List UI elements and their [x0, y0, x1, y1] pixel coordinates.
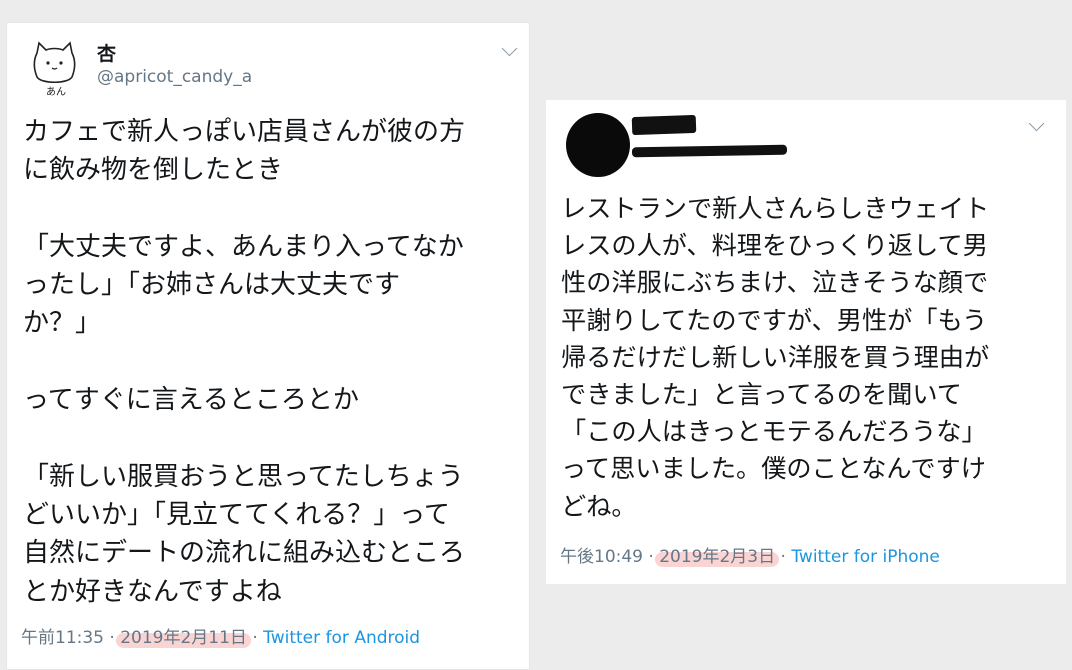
- display-name[interactable]: 杏: [97, 39, 116, 66]
- redacted-avatar-icon[interactable]: [566, 113, 630, 177]
- tweet-metadata: 午前11:35 · 2019年2月11日 · Twitter for Andro…: [21, 623, 420, 648]
- chevron-down-icon[interactable]: [501, 40, 518, 57]
- tweet-time[interactable]: 午前11:35: [21, 628, 104, 648]
- meta-separator: ·: [109, 628, 115, 648]
- tweet-card-right: レストランで新人さんらしきウェイト レスの人が、料理をひっくり返して男 性の洋服…: [546, 100, 1066, 584]
- tweet-date[interactable]: 2019年2月11日: [120, 628, 247, 648]
- tweet-time[interactable]: 午後10:49: [560, 547, 643, 567]
- redacted-display-name: [631, 114, 697, 136]
- cat-avatar-icon[interactable]: あん: [27, 37, 83, 98]
- tweet-metadata: 午後10:49 · 2019年2月3日 · Twitter for iPhone: [560, 542, 940, 567]
- tweet-card-left: あん 杏 @apricot_candy_a カフェで新人っぽい店員さんが彼の方 …: [6, 22, 530, 670]
- meta-separator: ·: [780, 547, 786, 567]
- tweet-text: レストランで新人さんらしきウェイト レスの人が、料理をひっくり返して男 性の洋服…: [561, 194, 990, 521]
- chevron-down-icon[interactable]: [1028, 115, 1045, 132]
- meta-separator: ·: [252, 628, 258, 648]
- redacted-handle: [631, 144, 788, 158]
- tweet-text: カフェで新人っぽい店員さんが彼の方 に飲み物を倒したとき 「大丈夫ですよ、あんま…: [23, 117, 466, 607]
- avatar-label: あん: [46, 87, 66, 98]
- tweet-source-link[interactable]: Twitter for iPhone: [791, 547, 940, 567]
- tweet-source-link[interactable]: Twitter for Android: [263, 628, 420, 648]
- user-handle[interactable]: @apricot_candy_a: [97, 67, 252, 87]
- meta-separator: ·: [648, 547, 654, 567]
- tweet-date[interactable]: 2019年2月3日: [659, 547, 775, 567]
